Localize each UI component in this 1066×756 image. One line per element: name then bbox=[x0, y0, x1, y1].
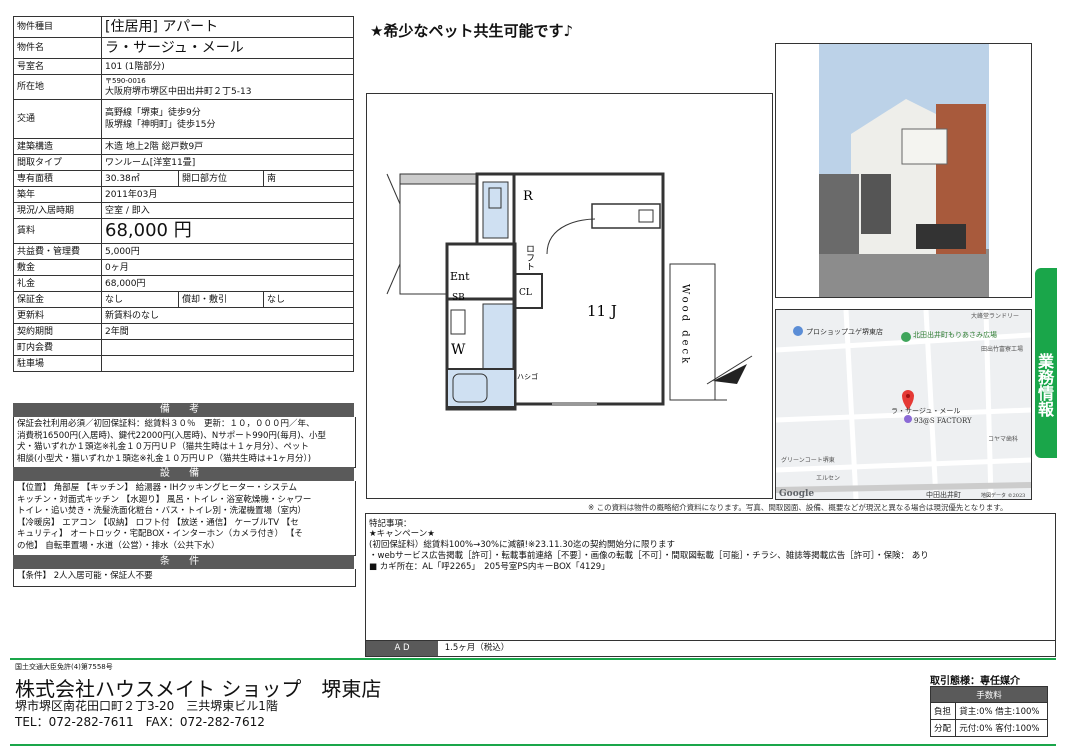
address: 大阪府堺市堺区中田出井町２丁5-13 bbox=[105, 87, 252, 97]
status-label: 現況/入居時期 bbox=[13, 202, 102, 219]
type-value: [住居用] アパート bbox=[101, 16, 354, 38]
reikin-label: 礼金 bbox=[13, 275, 102, 292]
town-fee-label: 町内会費 bbox=[13, 339, 102, 356]
map-poi-4: 93@S FACTORY bbox=[914, 417, 972, 425]
access-line-1: 高野線「堺東」徒歩9分 bbox=[105, 108, 201, 118]
company-phone: TEL：072-282-7611 FAX：072-282-7612 bbox=[15, 715, 265, 729]
fee-label: 共益費・管理費 bbox=[13, 243, 102, 260]
deposit-value: なし bbox=[101, 291, 179, 308]
commission-table: 手数料 負担 貸主:0% 借主:100% 分配 元付:0% 客付:100% bbox=[929, 686, 1048, 737]
spec-table: 物件種目 [住居用] アパート 物件名 ラ・サージュ・メール 号室名 101 (… bbox=[13, 16, 354, 372]
area-value: 30.38㎡ bbox=[101, 170, 179, 187]
map-poi-6: コヤマ歯科 bbox=[988, 435, 1018, 443]
fp-sb-label: SB bbox=[452, 293, 465, 303]
direction-value: 南 bbox=[263, 170, 354, 187]
disclaimer-note: ※ この資料は物件の概略紹介資料になります。写真、間取図面、設備、概要などが現況… bbox=[588, 503, 1008, 512]
status-value: 空室 / 即入 bbox=[101, 202, 354, 219]
joken-header: 条 件 bbox=[13, 555, 354, 569]
fp-wood-label: Wood deck bbox=[680, 284, 691, 366]
google-logo: Google bbox=[779, 489, 814, 499]
building-photo bbox=[775, 43, 1032, 298]
map-poi-9: 大峰堂ランドリー bbox=[971, 312, 1019, 320]
area-label: 専有面積 bbox=[13, 170, 102, 187]
license: 国土交通大臣免許(4)第7558号 bbox=[15, 663, 113, 671]
company-address: 堺市堺区南花田口町２丁3-20 三共堺東ビル1階 bbox=[15, 699, 278, 713]
age-value: 2011年03月 bbox=[101, 186, 354, 203]
struct-label: 建築構造 bbox=[13, 138, 102, 155]
type-label: 物件種目 bbox=[13, 16, 102, 38]
ad-label: A D bbox=[366, 641, 438, 656]
fee-value: 5,000円 bbox=[101, 243, 354, 260]
rent-value: 68,000 円 bbox=[101, 218, 354, 244]
access-label: 交通 bbox=[13, 99, 102, 139]
name-value: ラ・サージュ・メール bbox=[101, 37, 354, 59]
special-title: 特記事項： bbox=[369, 519, 412, 529]
headline: ★希少なペット共生可能です♪ bbox=[370, 22, 574, 40]
zip-code: 〒590-0016 bbox=[105, 77, 146, 85]
map-poi-2: 北田出井町もりあさみ広場 bbox=[913, 330, 997, 339]
shokyaku-label: 償却・敷引 bbox=[178, 291, 264, 308]
layout-value: ワンルーム[洋室11畳] bbox=[101, 154, 354, 171]
footer-bottom-rule bbox=[10, 744, 1056, 746]
map-poi-8: 中田出井町 bbox=[926, 490, 961, 499]
term-label: 契約期間 bbox=[13, 323, 102, 340]
reikin-value: 68,000円 bbox=[101, 275, 354, 292]
struct-value: 木造 地上2階 総戸数9戸 bbox=[101, 138, 354, 155]
parking-value bbox=[101, 355, 354, 372]
map-poi-3: ラ・サージュ・メール bbox=[891, 407, 960, 415]
special-text: ★キャンペーン★ (初回保証料）総賃料100%→30%に減額!※23.11.30… bbox=[369, 529, 929, 572]
town-fee-value bbox=[101, 339, 354, 356]
bunpai-label: 分配 bbox=[929, 719, 957, 737]
direction-label: 開口部方位 bbox=[178, 170, 264, 187]
joken-text: 【条件】 2人入居可能・保証人不要 bbox=[13, 569, 356, 587]
room-value: 101 (1階部分) bbox=[101, 58, 354, 75]
fp-loft-label: ロフト bbox=[524, 244, 534, 271]
addr-label: 所在地 bbox=[13, 74, 102, 100]
shokyaku-value: なし bbox=[263, 291, 354, 308]
map-drawing: プロショップユゲ堺東店 北田出井町もりあさみ広場 ラ・サージュ・メール 93@S… bbox=[776, 310, 1031, 499]
fp-r-label: R bbox=[523, 189, 534, 204]
access-line-2: 阪堺線「神明町」徒歩15分 bbox=[105, 120, 216, 130]
fp-ent-label: Ent bbox=[450, 270, 470, 283]
ad-row: A D 1.5ヶ月（税込） bbox=[366, 640, 1055, 656]
side-tab[interactable]: 業務情報 bbox=[1035, 268, 1057, 458]
age-label: 築年 bbox=[13, 186, 102, 203]
map-poi-7: グリーンコート堺東 bbox=[781, 456, 835, 464]
renewal-value: 新賃料のなし bbox=[101, 307, 354, 324]
name-label: 物件名 bbox=[13, 37, 102, 59]
map-poi-5: 田出竹富寮工場 bbox=[981, 345, 1023, 353]
fp-hashigo-label: ハシゴ bbox=[517, 372, 538, 381]
shikikin-label: 敷金 bbox=[13, 259, 102, 276]
special-notes: 特記事項： ★キャンペーン★ (初回保証料）総賃料100%→30%に減額!※23… bbox=[365, 513, 1056, 657]
renewal-label: 更新料 bbox=[13, 307, 102, 324]
fp-w-label: W bbox=[451, 342, 466, 358]
futan-label: 負担 bbox=[929, 702, 957, 720]
setsubi-text: 【位置】 角部屋 【キッチン】 給湯器・IHクッキングヒーター・システム キッチ… bbox=[13, 481, 356, 556]
commission-title: 手数料 bbox=[930, 686, 1048, 703]
fp-cl-label: CL bbox=[519, 288, 532, 298]
layout-label: 間取タイプ bbox=[13, 154, 102, 171]
map-data-credit: 地図データ ©2023 bbox=[981, 492, 1025, 499]
map-poi-10: エルセン bbox=[816, 475, 840, 482]
map-poi-1: プロショップユゲ堺東店 bbox=[806, 327, 883, 336]
deposit-label: 保証金 bbox=[13, 291, 102, 308]
term-value: 2年間 bbox=[101, 323, 354, 340]
futan-value: 貸主:0% 借主:100% bbox=[955, 702, 1048, 720]
biko-text: 保証会社利用必須／初回保証料：総賃料３０％ 更新：１０，０００円／年、 消費税1… bbox=[13, 417, 356, 468]
floorplan-drawing: R ロフト Ent SB CL 11 J W Wood deck ハシゴ bbox=[386, 172, 753, 411]
transaction-type: 取引態様：専任媒介 bbox=[930, 676, 1020, 687]
biko-header: 備 考 bbox=[13, 403, 354, 417]
room-label: 号室名 bbox=[13, 58, 102, 75]
rent-label: 賃料 bbox=[13, 218, 102, 244]
footer-rule bbox=[10, 658, 1056, 660]
fp-room-label: 11 J bbox=[587, 302, 617, 320]
parking-label: 駐車場 bbox=[13, 355, 102, 372]
shikikin-value: 0ヶ月 bbox=[101, 259, 354, 276]
map[interactable]: プロショップユゲ堺東店 北田出井町もりあさみ広場 ラ・サージュ・メール 93@S… bbox=[775, 309, 1032, 500]
ad-value: 1.5ヶ月（税込） bbox=[444, 643, 510, 653]
floorplan: R ロフト Ent SB CL 11 J W Wood deck ハシゴ bbox=[366, 93, 773, 499]
bunpai-value: 元付:0% 客付:100% bbox=[955, 719, 1048, 737]
setsubi-header: 設 備 bbox=[13, 467, 354, 481]
